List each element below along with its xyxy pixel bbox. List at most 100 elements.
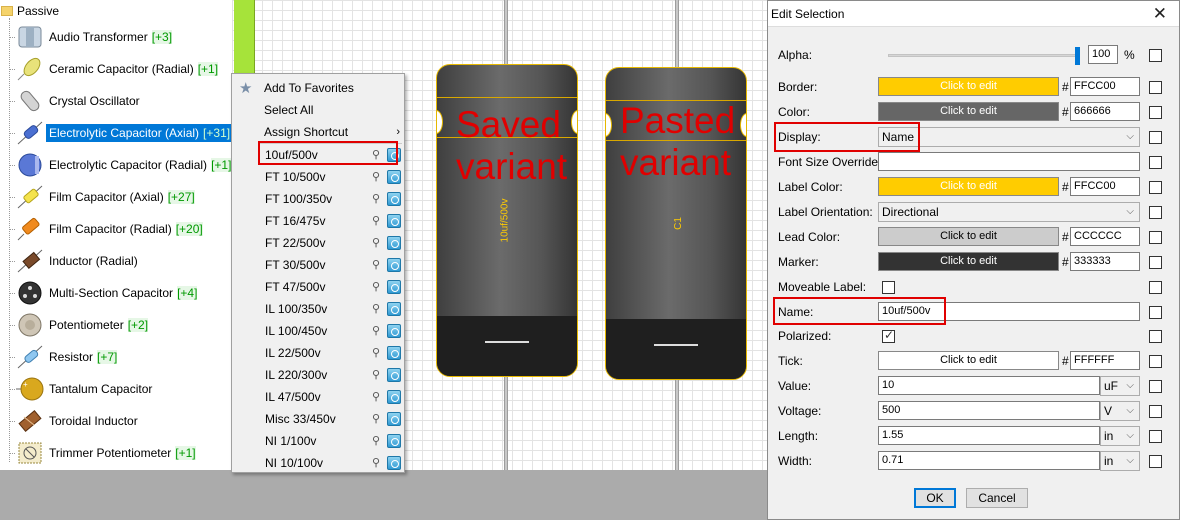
lead-color-checkbox[interactable]	[1149, 231, 1162, 244]
delete-icon[interactable]	[387, 434, 401, 448]
marker-checkbox[interactable]	[1149, 256, 1162, 269]
pin-icon[interactable]: ⚲	[372, 457, 383, 470]
tree-item-film-radial[interactable]: Film Capacitor (Radial) [+20]	[0, 213, 232, 245]
width-checkbox[interactable]	[1149, 455, 1162, 468]
menu-variant-item[interactable]: FT 100/350v ⚲	[232, 188, 404, 210]
menu-variant-item[interactable]: FT 47/500v ⚲	[232, 276, 404, 298]
border-checkbox[interactable]	[1149, 81, 1162, 94]
menu-variant-item[interactable]: IL 220/300v ⚲	[232, 364, 404, 386]
pin-icon[interactable]: ⚲	[372, 303, 383, 316]
label-orientation-select[interactable]: Directional ⌵	[878, 202, 1140, 222]
pin-icon[interactable]: ⚲	[372, 215, 383, 228]
polarized-checkbox[interactable]	[1149, 330, 1162, 343]
marker-hex-field[interactable]: 333333	[1070, 252, 1140, 271]
delete-icon[interactable]	[387, 368, 401, 382]
delete-icon[interactable]	[387, 170, 401, 184]
tree-item-trimmer[interactable]: Trimmer Potentiometer [+1]	[0, 437, 232, 469]
pin-icon[interactable]: ⚲	[372, 369, 383, 382]
value-field[interactable]: 10	[878, 376, 1100, 395]
menu-add-to-favorites[interactable]: ★ Add To Favorites	[232, 77, 404, 99]
tree-item-resistor[interactable]: Resistor [+7]	[0, 341, 232, 373]
tree-item-audio-transformer[interactable]: Audio Transformer [+3]	[0, 21, 232, 53]
color-hex-field[interactable]: 666666	[1070, 102, 1140, 121]
pin-icon[interactable]: ⚲	[372, 237, 383, 250]
delete-icon[interactable]	[387, 390, 401, 404]
menu-variant-item[interactable]: NI 10/100v ⚲	[232, 452, 404, 472]
delete-icon[interactable]	[387, 412, 401, 426]
voltage-checkbox[interactable]	[1149, 405, 1162, 418]
pin-icon[interactable]: ⚲	[372, 281, 383, 294]
menu-variant-item[interactable]: IL 100/350v ⚲	[232, 298, 404, 320]
delete-icon[interactable]	[387, 236, 401, 250]
color-swatch[interactable]: Click to edit	[878, 102, 1059, 121]
menu-variant-item[interactable]: FT 30/500v ⚲	[232, 254, 404, 276]
lead-color-swatch[interactable]: Click to edit	[878, 227, 1059, 246]
label-color-hex-field[interactable]: FFCC00	[1070, 177, 1140, 196]
menu-assign-shortcut[interactable]: Assign Shortcut ›	[232, 121, 404, 143]
tree-item-multi-section[interactable]: Multi-Section Capacitor [+4]	[0, 277, 232, 309]
label-color-checkbox[interactable]	[1149, 181, 1162, 194]
menu-variant-item[interactable]: IL 100/450v ⚲	[232, 320, 404, 342]
lead-color-hex-field[interactable]: CCCCCC	[1070, 227, 1140, 246]
pin-icon[interactable]: ⚲	[372, 193, 383, 206]
width-field[interactable]: 0.71	[878, 451, 1100, 470]
pin-icon[interactable]: ⚲	[372, 413, 383, 426]
delete-icon[interactable]	[387, 192, 401, 206]
voltage-unit-select[interactable]: V ⌵	[1100, 401, 1140, 421]
delete-icon[interactable]	[387, 324, 401, 338]
color-checkbox[interactable]	[1149, 106, 1162, 119]
delete-icon[interactable]	[387, 214, 401, 228]
pin-icon[interactable]: ⚲	[372, 171, 383, 184]
menu-variant-item[interactable]: IL 47/500v ⚲	[232, 386, 404, 408]
tree-item-ceramic-capacitor[interactable]: Ceramic Capacitor (Radial) [+1]	[0, 53, 232, 85]
menu-select-all[interactable]: Select All	[232, 99, 404, 121]
voltage-field[interactable]: 500	[878, 401, 1100, 420]
alpha-slider-thumb[interactable]	[1075, 47, 1080, 65]
border-color-swatch[interactable]: Click to edit	[878, 77, 1059, 96]
pin-icon[interactable]: ⚲	[372, 435, 383, 448]
tree-item-potentiometer[interactable]: Potentiometer [+2]	[0, 309, 232, 341]
alpha-field[interactable]: 100	[1088, 45, 1118, 64]
tick-checkbox[interactable]	[1149, 355, 1162, 368]
length-checkbox[interactable]	[1149, 430, 1162, 443]
delete-icon[interactable]	[387, 456, 401, 470]
menu-variant-item[interactable]: FT 10/500v ⚲	[232, 166, 404, 188]
tree-item-tantalum[interactable]: + Tantalum Capacitor	[0, 373, 232, 405]
display-checkbox[interactable]	[1149, 131, 1162, 144]
pin-icon[interactable]: ⚲	[372, 391, 383, 404]
value-checkbox[interactable]	[1149, 380, 1162, 393]
tree-item-electrolytic-axial[interactable]: Electrolytic Capacitor (Axial) [+31]	[0, 117, 232, 149]
font-size-field[interactable]	[878, 152, 1140, 171]
tick-color-swatch[interactable]: Click to edit	[878, 351, 1059, 370]
tick-hex-field[interactable]: FFFFFF	[1070, 351, 1140, 370]
delete-icon[interactable]	[387, 280, 401, 294]
length-field[interactable]: 1.55	[878, 426, 1100, 445]
moveable-label-checkbox[interactable]	[1149, 281, 1162, 294]
menu-variant-item[interactable]: Misc 33/450v ⚲	[232, 408, 404, 430]
marker-color-swatch[interactable]: Click to edit	[878, 252, 1059, 271]
menu-variant-item[interactable]: FT 16/475v ⚲	[232, 210, 404, 232]
ok-button[interactable]: OK	[914, 488, 956, 508]
delete-icon[interactable]	[387, 302, 401, 316]
border-hex-field[interactable]: FFCC00	[1070, 77, 1140, 96]
menu-variant-item[interactable]: NI 1/100v ⚲	[232, 430, 404, 452]
pin-icon[interactable]: ⚲	[372, 347, 383, 360]
length-unit-select[interactable]: in ⌵	[1100, 426, 1140, 446]
pin-icon[interactable]: ⚲	[372, 325, 383, 338]
value-unit-select[interactable]: uF ⌵	[1100, 376, 1140, 396]
pin-icon[interactable]: ⚲	[372, 259, 383, 272]
alpha-slider[interactable]	[888, 54, 1078, 57]
close-icon[interactable]: ✕	[1153, 4, 1167, 24]
tree-item-inductor[interactable]: Inductor (Radial)	[0, 245, 232, 277]
tree-item-film-axial[interactable]: Film Capacitor (Axial) [+27]	[0, 181, 232, 213]
delete-icon[interactable]	[387, 346, 401, 360]
delete-icon[interactable]	[387, 258, 401, 272]
moveable-label-toggle[interactable]	[882, 281, 895, 294]
menu-variant-item[interactable]: IL 22/500v ⚲	[232, 342, 404, 364]
label-color-swatch[interactable]: Click to edit	[878, 177, 1059, 196]
polarized-toggle[interactable]	[882, 328, 895, 343]
tree-item-toroid[interactable]: Toroidal Inductor	[0, 405, 232, 437]
font-size-checkbox[interactable]	[1149, 156, 1162, 169]
tree-item-electrolytic-radial[interactable]: Electrolytic Capacitor (Radial) [+1]	[0, 149, 232, 181]
cancel-button[interactable]: Cancel	[966, 488, 1028, 508]
